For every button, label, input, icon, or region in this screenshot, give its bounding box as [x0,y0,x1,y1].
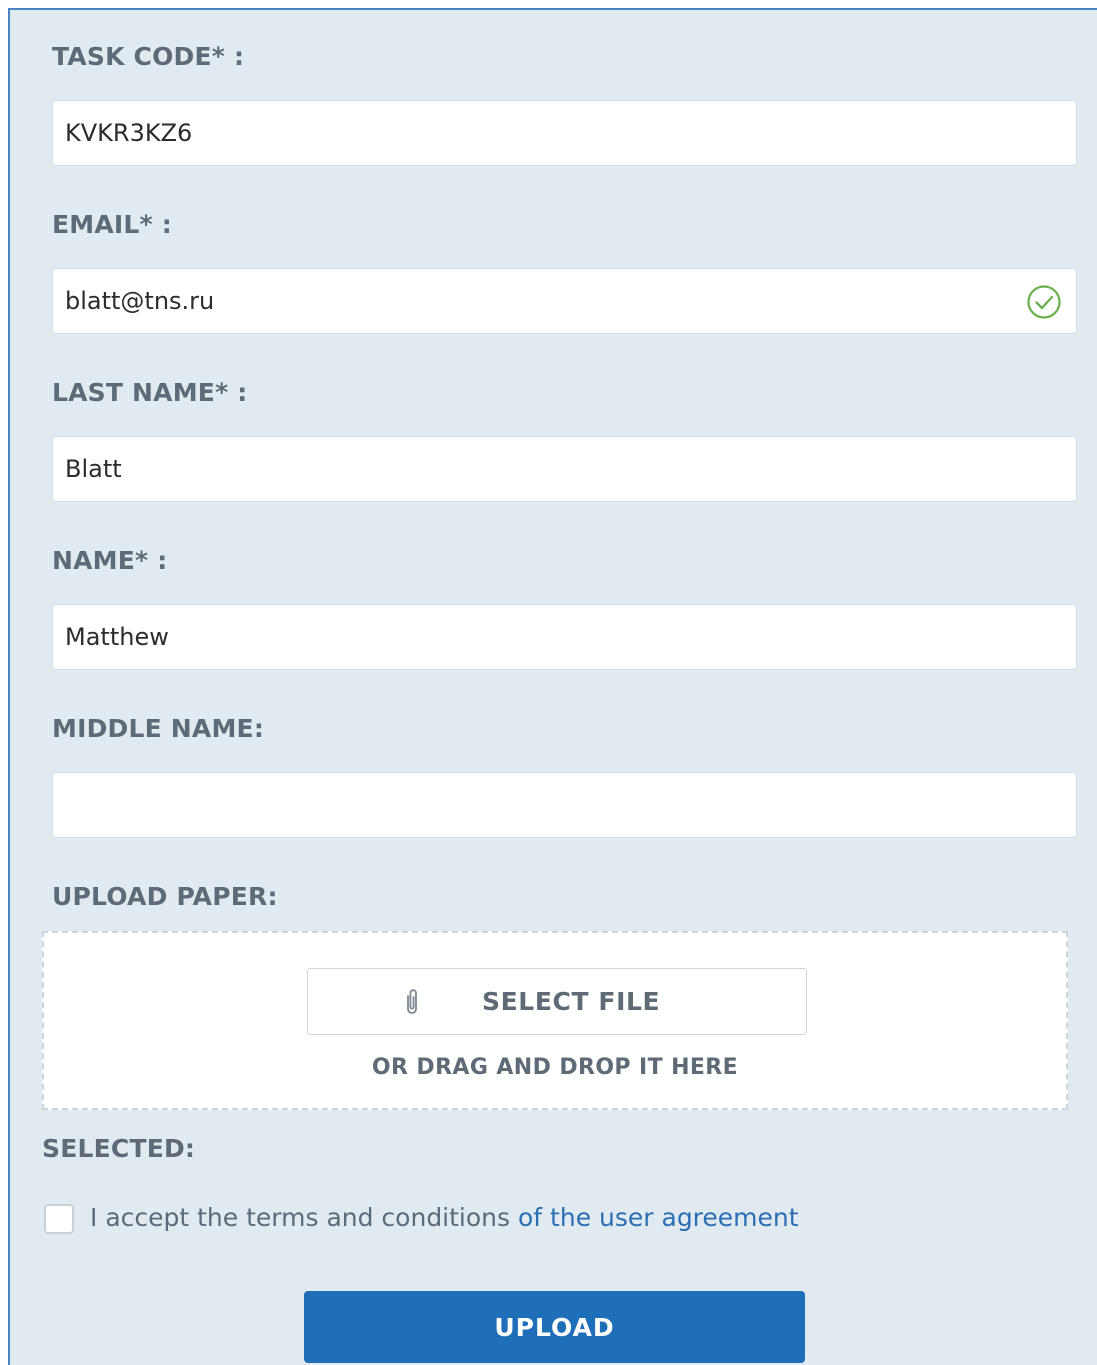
file-dropzone[interactable]: SELECT FILE OR DRAG AND DROP IT HERE [42,931,1068,1110]
task-code-field-container [52,100,1077,166]
user-agreement-link[interactable]: of the user agreement [518,1203,799,1232]
agreement-text: I accept the terms and conditions of the… [90,1203,799,1232]
middle-name-input[interactable] [53,773,1076,837]
middle-name-field-container [52,772,1077,838]
name-field-container [52,604,1077,670]
email-field-container [52,268,1077,334]
task-code-input[interactable] [53,101,1076,165]
paperclip-icon [407,989,417,1014]
select-file-button[interactable]: SELECT FILE [307,968,807,1035]
last-name-input[interactable] [53,437,1076,501]
select-file-label: SELECT FILE [482,987,661,1016]
drag-drop-hint: OR DRAG AND DROP IT HERE [371,1055,739,1080]
task-code-label: TASK CODE* : [52,42,245,71]
last-name-field-container [52,436,1077,502]
selected-label: SELECTED: [42,1134,196,1163]
agreement-checkbox[interactable] [44,1204,74,1234]
middle-name-label: MIDDLE NAME: [52,714,265,743]
name-input[interactable] [53,605,1076,669]
agreement-text-prefix: I accept the terms and conditions [90,1203,518,1232]
email-label: EMAIL* : [52,210,172,239]
name-label: NAME* : [52,546,168,575]
last-name-label: LAST NAME* : [52,378,248,407]
upload-button[interactable]: UPLOAD [304,1291,805,1363]
check-circle-icon [1027,285,1061,319]
email-input[interactable] [53,269,1076,333]
upload-paper-label: UPLOAD PAPER: [52,882,278,911]
